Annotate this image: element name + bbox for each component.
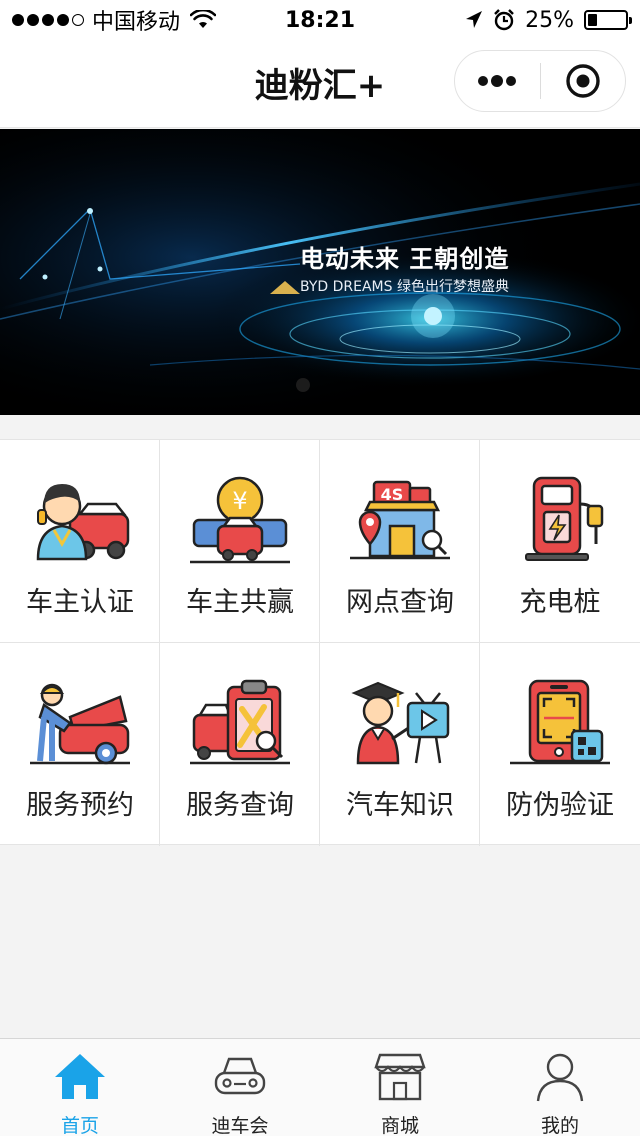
banner-carousel[interactable]: 电动未来 王朝创造 BYD DREAMS 绿色出行梦想盛典	[0, 129, 640, 415]
tab-car-club[interactable]: 迪车会	[160, 1039, 320, 1136]
grid-item-label: 服务查询	[186, 790, 294, 821]
user-icon	[536, 1053, 584, 1102]
service-clipboard-icon	[190, 679, 290, 765]
grid-item-label: 网点查询	[346, 587, 454, 618]
phone-scan-icon	[510, 679, 610, 765]
tab-label: 商城	[380, 1115, 419, 1136]
car-owner-icon	[36, 484, 130, 561]
bottom-tab-bar: 首页 迪车会 商城 我的	[0, 1038, 640, 1136]
grid-item-label: 服务预约	[26, 790, 134, 821]
battery-icon	[584, 10, 632, 30]
function-grid: 车主认证 ¥ 车主共赢 4S 网点查询 充电桩 服务预约 服务查询 汽车知识 防…	[0, 439, 640, 846]
carrier-name: 中国移动	[92, 10, 181, 35]
grid-item-label: 汽车知识	[346, 790, 454, 821]
tab-label: 我的	[540, 1115, 579, 1136]
grid-item-service-booking[interactable]: 服务预约	[0, 643, 160, 846]
grid-item-label: 车主共赢	[186, 587, 294, 618]
location-arrow-icon	[466, 11, 483, 28]
navigation-bar: 迪粉汇+	[0, 40, 640, 128]
battery-level	[588, 14, 597, 26]
more-dots-icon	[478, 75, 517, 87]
grid-item-label: 防伪验证	[506, 790, 614, 821]
mechanic-icon	[30, 683, 130, 765]
wifi-icon	[190, 10, 217, 28]
mini-program-capsule	[454, 50, 626, 112]
banner-text: 电动未来 王朝创造 BYD DREAMS 绿色出行梦想盛典	[300, 239, 509, 296]
charging-pile-icon	[525, 476, 604, 561]
tab-home[interactable]: 首页	[0, 1039, 160, 1136]
carousel-indicator-dot[interactable]	[296, 378, 310, 392]
grid-item-car-knowledge[interactable]: 汽车知识	[320, 643, 480, 846]
tab-label: 迪车会	[211, 1115, 269, 1136]
tab-mine[interactable]: 我的	[480, 1039, 640, 1136]
more-button[interactable]	[455, 51, 540, 111]
close-button[interactable]	[541, 51, 626, 111]
banner-title: 电动未来 王朝创造	[300, 245, 510, 273]
alarm-clock-icon	[494, 9, 514, 31]
grid-item-outlet-query[interactable]: 4S 网点查询	[320, 440, 480, 643]
home-icon	[55, 1054, 105, 1099]
grid-item-charging-pile[interactable]: 充电桩	[480, 440, 640, 643]
store-icon	[374, 1053, 426, 1101]
graduate-video-icon	[351, 681, 450, 765]
grid-item-car-owner-verify[interactable]: 车主认证	[0, 440, 160, 643]
tab-label: 首页	[60, 1115, 99, 1136]
tab-mall[interactable]: 商城	[320, 1039, 480, 1136]
car-icon	[214, 1057, 266, 1095]
target-close-icon	[566, 64, 600, 98]
4s-store-icon: 4S	[350, 480, 450, 560]
svg-text:¥: ¥	[232, 487, 247, 515]
cars-coin-icon: ¥	[190, 476, 290, 564]
banner-subtitle: BYD DREAMS 绿色出行梦想盛典	[300, 279, 509, 295]
battery-percentage: 25%	[525, 7, 574, 33]
status-bar: 中国移动 18:21 25%	[0, 0, 640, 40]
grid-item-label: 车主认证	[26, 587, 134, 618]
signal-strength-icon	[12, 14, 84, 26]
grid-item-anti-counterfeit[interactable]: 防伪验证	[480, 643, 640, 846]
grid-item-label: 充电桩	[519, 587, 601, 618]
grid-item-service-query[interactable]: 服务查询	[160, 643, 320, 846]
grid-item-owner-win-win[interactable]: ¥ 车主共赢	[160, 440, 320, 643]
